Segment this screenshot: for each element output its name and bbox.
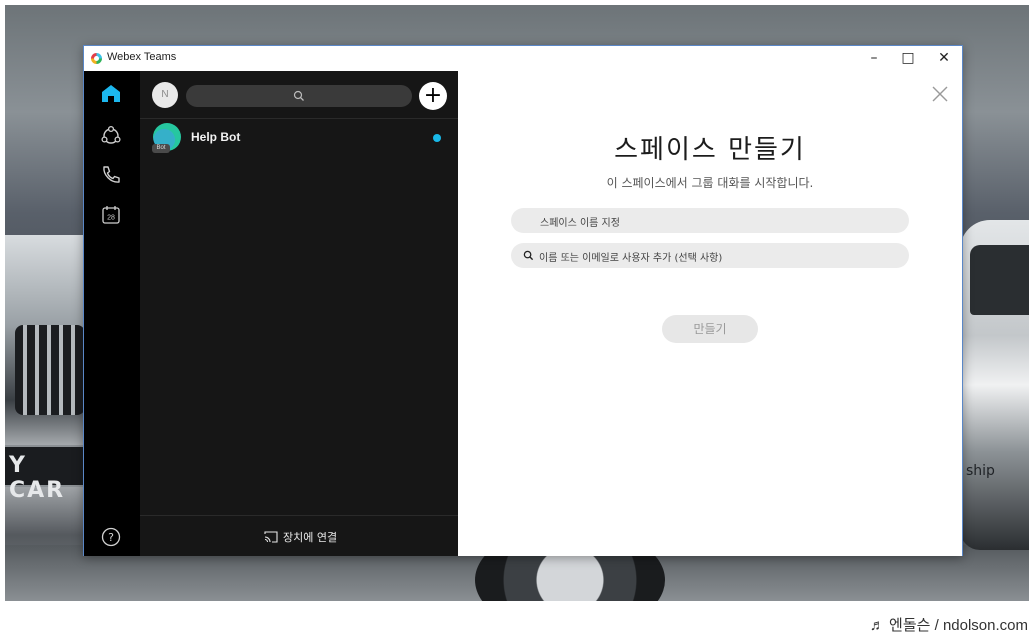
space-name: Help Bot — [191, 130, 241, 144]
create-button[interactable]: 만들기 — [662, 315, 758, 343]
add-people-placeholder: 이름 또는 이메일로 사용자 추가 (선택 사항) — [539, 253, 723, 264]
search-icon — [523, 250, 534, 261]
nav-rail: 28 ? — [84, 71, 140, 556]
divider — [140, 118, 458, 119]
close-button[interactable]: ✕ — [926, 46, 962, 71]
webex-window: Webex Teams – □ ✕ 28 ? N + Bot Help Bot … — [83, 45, 963, 556]
bot-badge: Bot — [152, 144, 170, 153]
svg-text:?: ? — [108, 531, 114, 544]
create-space-panel: 스페이스 만들기 이 스페이스에서 그룹 대화를 시작합니다. 스페이스 이름 … — [458, 71, 962, 556]
connect-device-label: 장치에 연결 — [283, 531, 338, 544]
new-space-button[interactable]: + — [419, 82, 447, 110]
wallpaper-license-plate: Y CAR — [5, 445, 85, 503]
maximize-button[interactable]: □ — [890, 46, 926, 71]
unread-indicator — [433, 134, 441, 142]
list-item[interactable]: Bot Help Bot — [140, 121, 458, 157]
wallpaper-car-window — [970, 245, 1029, 315]
close-icon[interactable] — [931, 85, 949, 103]
plate-text: Y CAR — [9, 453, 66, 503]
space-name-placeholder: 스페이스 이름 지정 — [540, 218, 620, 229]
teams-icon[interactable] — [100, 124, 122, 146]
wallpaper-side-text: ship — [966, 463, 995, 479]
help-icon[interactable]: ? — [100, 526, 122, 548]
calendar-day: 28 — [107, 215, 115, 222]
divider — [140, 515, 458, 516]
home-icon[interactable] — [100, 82, 122, 104]
space-name-field[interactable]: 스페이스 이름 지정 — [511, 208, 909, 233]
search-input[interactable] — [186, 85, 412, 107]
calendar-icon[interactable]: 28 — [100, 204, 122, 226]
title-bar[interactable]: Webex Teams – □ ✕ — [84, 46, 962, 71]
page-title: 스페이스 만들기 — [614, 135, 806, 165]
minimize-button[interactable]: – — [856, 46, 892, 71]
add-people-field[interactable]: 이름 또는 이메일로 사용자 추가 (선택 사항) — [511, 243, 909, 268]
avatar[interactable]: N — [152, 82, 178, 108]
page-subtitle: 이 스페이스에서 그룹 대화를 시작합니다. — [606, 176, 814, 190]
watermark-credit: ♬ 엔돌슨 / ndolson.com — [869, 617, 1028, 634]
calls-icon[interactable] — [100, 164, 122, 186]
search-icon — [293, 90, 304, 101]
webex-logo-icon — [91, 53, 102, 64]
space-list-panel: N + Bot Help Bot 장치에 연결 — [140, 71, 458, 556]
window-title: Webex Teams — [107, 51, 177, 63]
cast-icon — [264, 531, 278, 543]
wallpaper-grille — [15, 325, 85, 415]
